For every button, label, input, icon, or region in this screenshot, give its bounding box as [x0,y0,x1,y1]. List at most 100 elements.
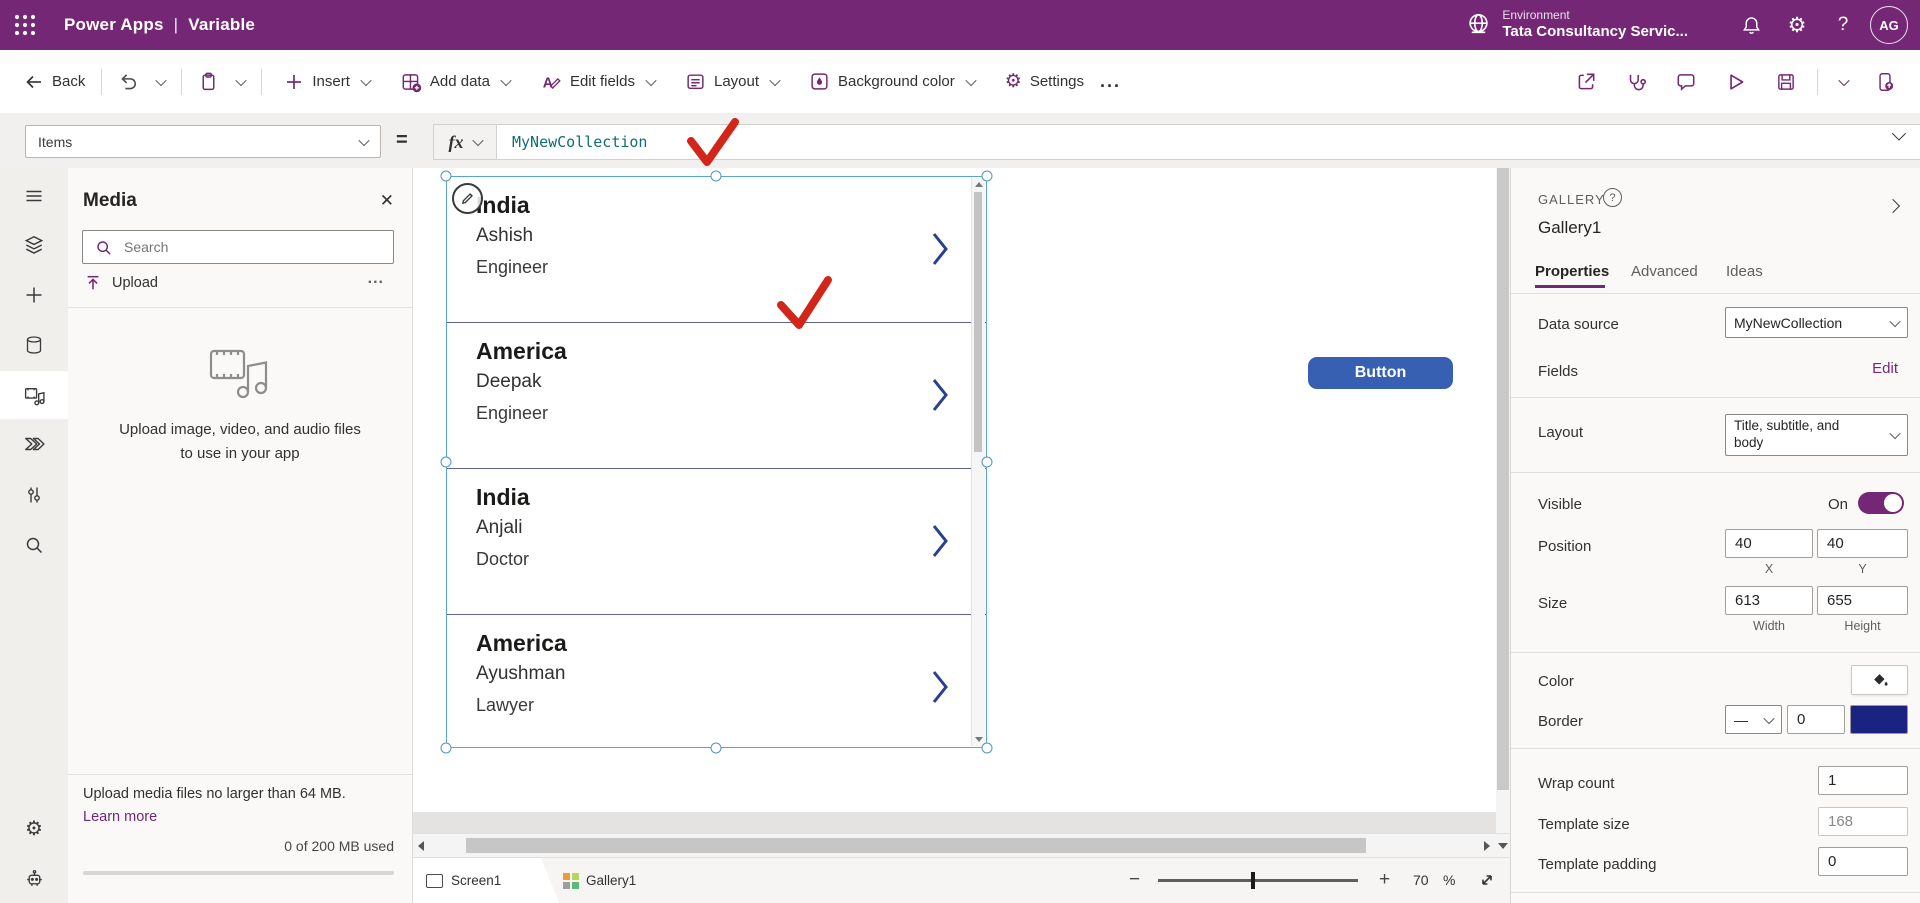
panel-collapse-chevron[interactable] [1884,198,1898,215]
insert-menu[interactable]: Insert [284,72,370,92]
position-x-input[interactable] [1725,529,1813,558]
size-height-input[interactable] [1817,586,1908,615]
screen-tab[interactable]: Screen1 [413,858,559,903]
border-color-swatch[interactable] [1850,705,1908,734]
edit-fields-menu[interactable]: A Edit fields [540,71,655,93]
avatar[interactable]: AG [1870,6,1908,44]
waffle-icon[interactable] [0,0,50,50]
storage-usage-text: 0 of 200 MB used [284,838,394,854]
scroll-left-icon[interactable] [418,841,424,851]
property-selector[interactable]: Items [25,125,381,158]
selection-handle[interactable] [982,457,993,468]
gear-icon[interactable]: ⚙ [1774,0,1820,50]
upload-button[interactable]: Upload [84,274,158,292]
insert-icon[interactable] [22,283,46,307]
background-color-menu[interactable]: Background color [809,71,975,92]
settings-icon[interactable]: ⚙ [22,817,46,841]
selection-handle[interactable] [441,171,452,182]
scroll-right-icon[interactable] [1484,841,1490,851]
scroll-down-icon[interactable] [1498,843,1508,849]
environment-picker[interactable]: Environment Tata Consultancy Servic... [1465,9,1688,40]
save-icon[interactable] [1761,62,1811,102]
border-width-input[interactable] [1787,705,1845,734]
selection-handle[interactable] [982,743,993,754]
horizontal-scrollbar[interactable] [413,833,1510,857]
help-icon[interactable]: ? [1820,0,1866,50]
gallery-item[interactable]: America Ayushman Lawyer [447,615,986,748]
next-arrow-icon[interactable] [932,670,948,704]
vertical-scrollbar-thumb[interactable] [1497,168,1509,790]
gallery-item[interactable]: India Ashish Engineer [447,177,986,323]
selection-handle[interactable] [441,743,452,754]
search-input[interactable] [122,238,366,256]
paste-menu-chevron[interactable] [233,78,245,86]
next-arrow-icon[interactable] [932,232,948,266]
share-icon[interactable] [1561,62,1611,102]
fields-edit-link[interactable]: Edit [1872,360,1898,377]
zoom-slider[interactable] [1158,879,1358,882]
breadcrumb-control[interactable]: Gallery1 [563,858,636,903]
undo-menu-chevron[interactable] [153,78,165,86]
position-y-input[interactable] [1817,529,1908,558]
app-checker-icon[interactable] [1611,62,1661,102]
bell-icon[interactable] [1728,0,1774,50]
settings-menu[interactable]: ⚙ Settings [1005,72,1084,91]
back-button[interactable]: Back [24,72,85,92]
preview-icon[interactable] [1711,62,1761,102]
gallery-item[interactable]: India Anjali Doctor [447,469,986,615]
tree-view-icon[interactable] [22,233,46,257]
canvas[interactable]: India Ashish Engineer America Deepak Eng… [413,168,1510,903]
menu-icon[interactable] [22,184,46,208]
fit-to-window-icon[interactable] [1477,870,1497,890]
tab-ideas[interactable]: Ideas [1726,263,1763,280]
publish-icon[interactable] [1860,62,1910,102]
save-options-chevron[interactable] [1824,62,1860,102]
visible-toggle[interactable] [1858,492,1904,514]
canvas-button-control[interactable]: Button [1308,357,1453,389]
help-icon[interactable]: ? [1603,188,1622,207]
upload-overflow-button[interactable]: ... [368,270,384,288]
vertical-scrollbar[interactable] [1496,168,1510,833]
formula-bar-expand-chevron[interactable] [1890,127,1904,145]
layout-menu[interactable]: Layout [685,71,779,92]
template-padding-input[interactable] [1818,847,1908,876]
close-icon[interactable]: ✕ [380,191,394,211]
border-style-select[interactable]: — [1725,705,1782,734]
comments-icon[interactable] [1661,62,1711,102]
zoom-slider-thumb[interactable] [1251,872,1255,889]
agent-icon[interactable] [22,866,46,890]
power-automate-icon[interactable] [22,432,46,456]
undo-button[interactable] [118,71,139,92]
learn-more-link[interactable]: Learn more [83,809,157,825]
zoom-in-button[interactable]: + [1379,869,1390,891]
data-source-select[interactable]: MyNewCollection [1725,307,1908,338]
search-box[interactable] [82,230,394,264]
layout-select[interactable]: Title, subtitle, and body [1725,414,1908,456]
fx-button[interactable]: fx [434,125,497,159]
search-icon[interactable] [22,533,46,557]
data-icon[interactable] [22,333,46,357]
selection-handle[interactable] [982,171,993,182]
tab-properties[interactable]: Properties [1535,263,1609,280]
color-picker-button[interactable] [1851,665,1908,695]
tab-advanced[interactable]: Advanced [1631,263,1698,280]
gallery-scrollbar-thumb[interactable] [974,192,982,452]
size-width-input[interactable] [1725,586,1813,615]
horizontal-scrollbar-thumb[interactable] [466,838,1366,853]
overflow-button[interactable]: ... [1100,71,1121,92]
selection-handle[interactable] [711,171,722,182]
formula-input[interactable]: MyNewCollection [497,125,647,159]
gallery-item[interactable]: America Deepak Engineer [447,323,986,469]
zoom-out-button[interactable]: − [1129,869,1140,891]
selection-handle[interactable] [711,743,722,754]
edit-gallery-pencil-icon[interactable] [452,183,483,214]
tests-icon[interactable] [22,483,46,507]
paste-button[interactable] [198,71,219,92]
selection-handle[interactable] [441,457,452,468]
gallery-control[interactable]: India Ashish Engineer America Deepak Eng… [446,176,987,748]
media-icon[interactable] [22,383,46,407]
wrap-count-input[interactable] [1818,766,1908,795]
next-arrow-icon[interactable] [932,378,948,412]
add-data-menu[interactable]: Add data [400,71,510,93]
next-arrow-icon[interactable] [932,524,948,558]
